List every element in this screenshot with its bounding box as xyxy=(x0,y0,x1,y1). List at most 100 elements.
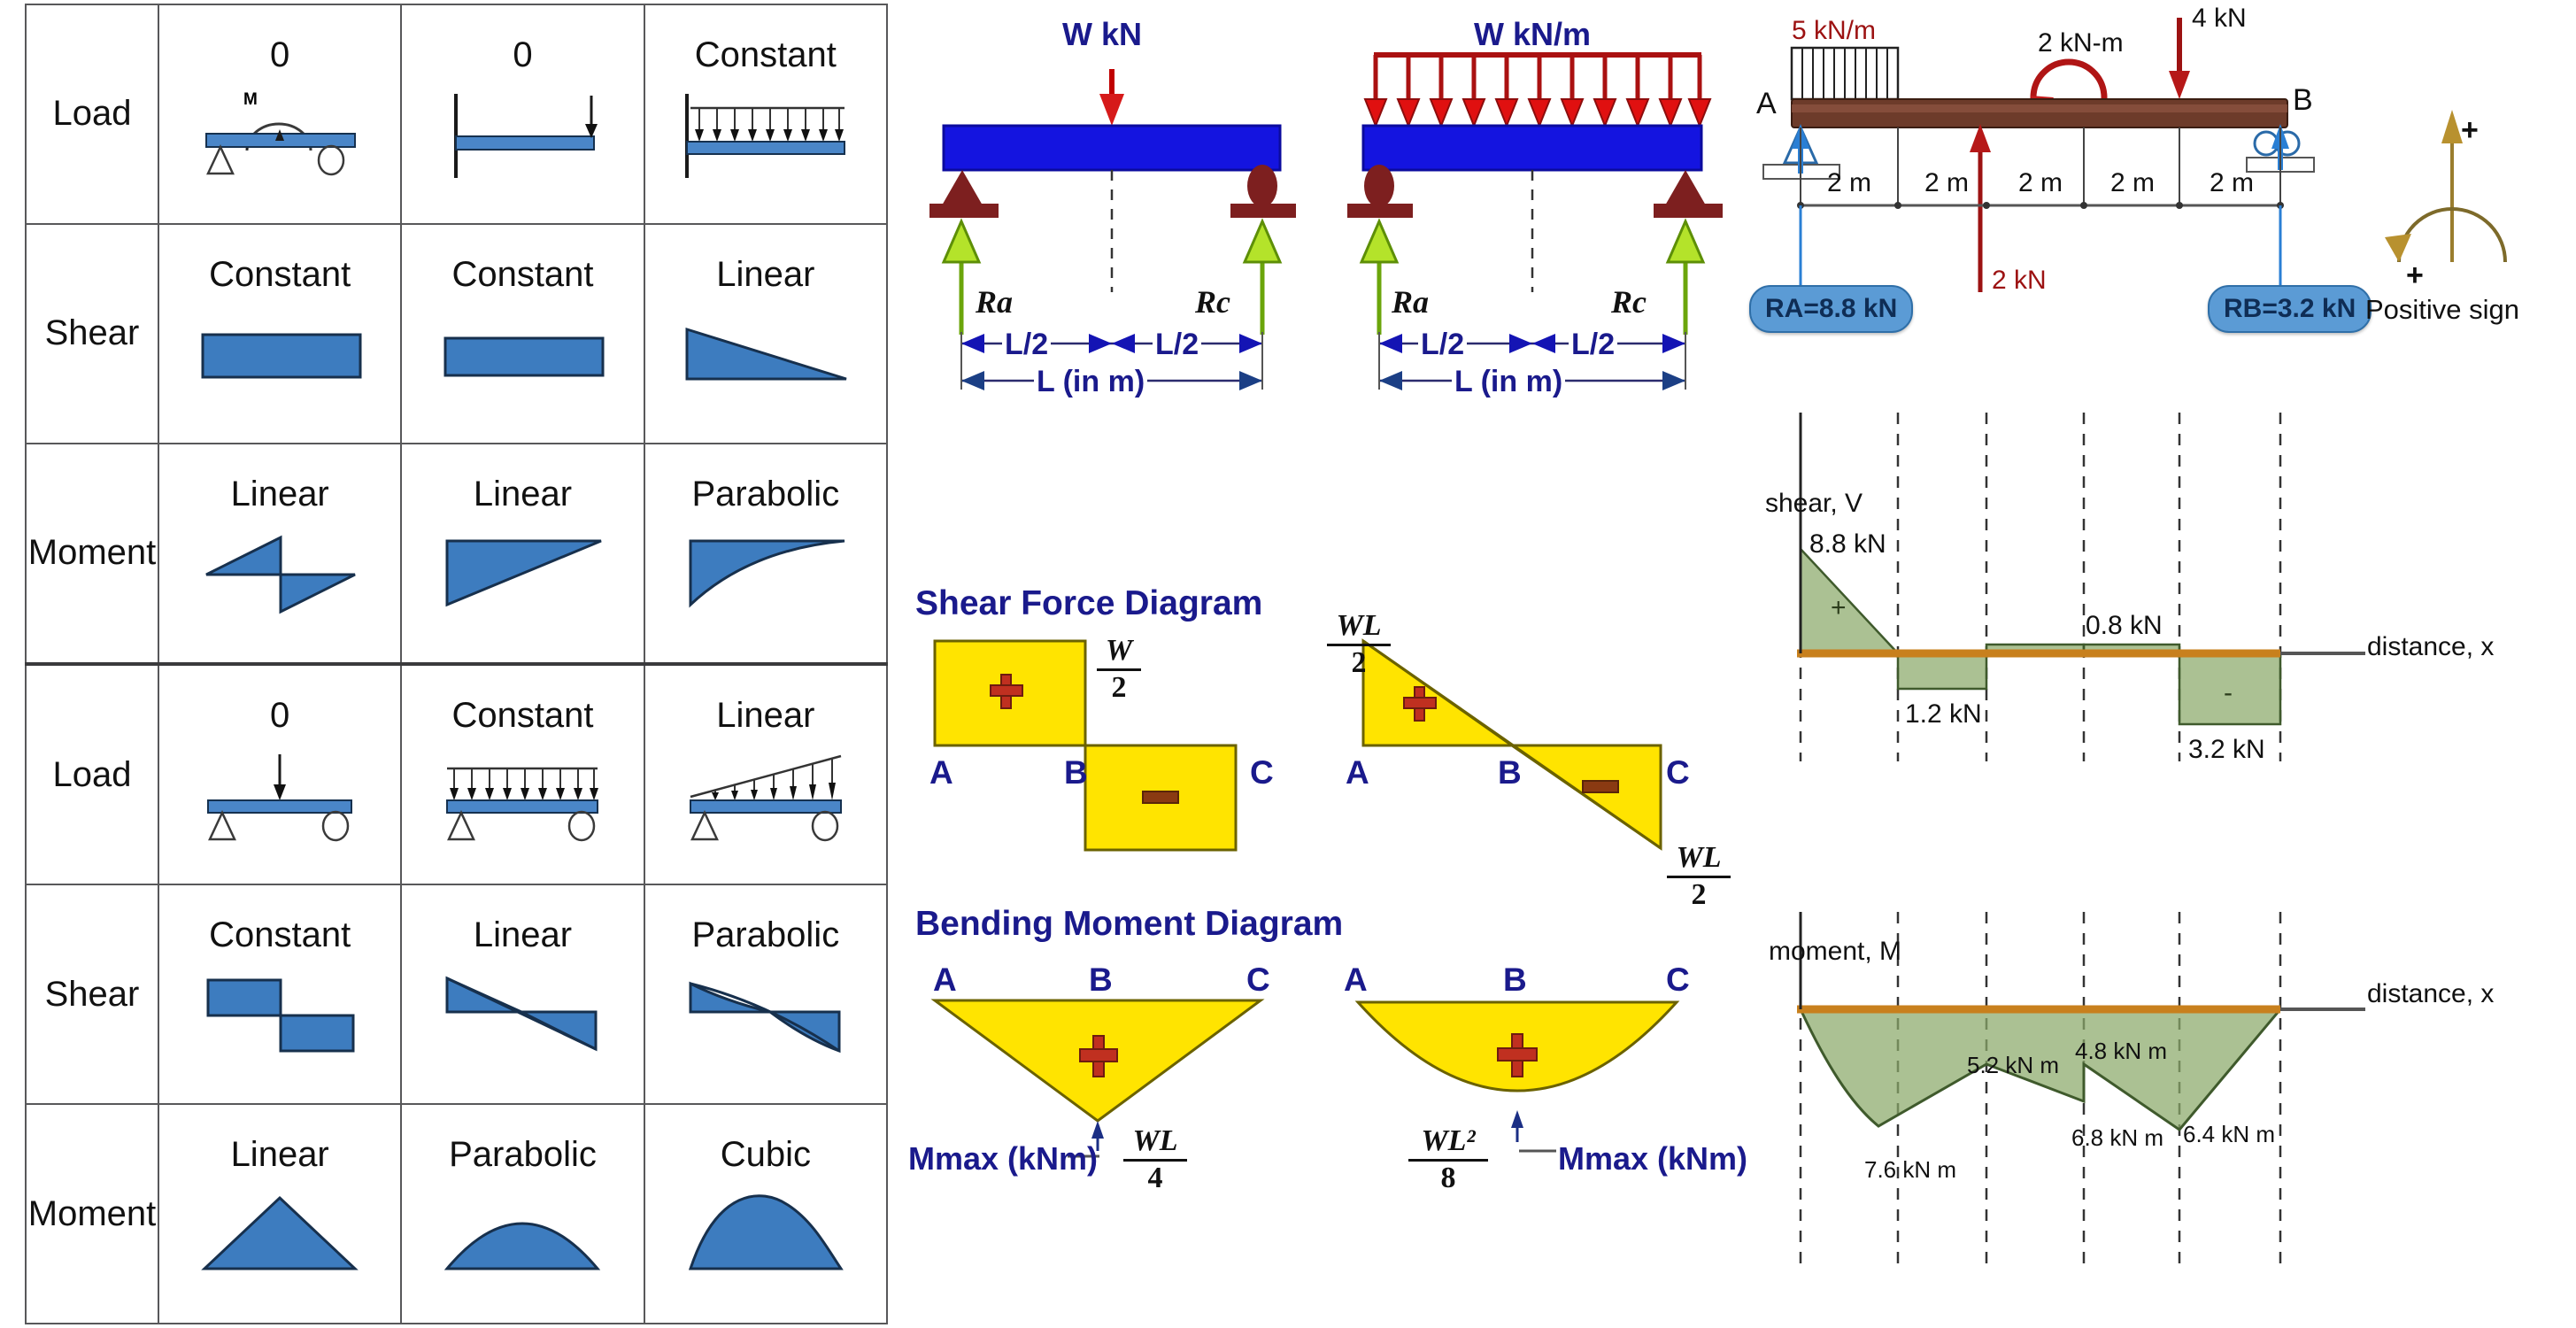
cell-shear-2-1: Constant xyxy=(157,884,403,1106)
moment-cubic-figure xyxy=(645,1177,886,1291)
moment-step-linear-figure xyxy=(159,517,400,630)
cell-shear-2-3: Parabolic xyxy=(643,884,889,1106)
table-row: Load 0 M 0 Constant xyxy=(25,4,889,225)
sfd-title: Shear Force Diagram xyxy=(915,584,1263,622)
cell-header: Parabolic xyxy=(449,1135,597,1175)
bmd2-mmax-numerator: WL² xyxy=(1421,1124,1476,1157)
shear-step-constant-figure xyxy=(159,958,400,1071)
cell-load-2-2: Constant xyxy=(400,661,645,886)
moment-parabolic-figure xyxy=(645,517,886,630)
shear-diagram-svg: + - xyxy=(1797,413,2365,761)
cell-shear-2-2: Linear xyxy=(400,884,645,1106)
dimension-segment-5: 2 m xyxy=(2210,168,2255,197)
relationship-table: Load 0 M 0 Constant Shear Constant Const… xyxy=(25,4,889,1324)
shear-value-1-2: 1.2 kN xyxy=(1905,699,1982,729)
case2-dim-total: L (in m) xyxy=(1452,365,1566,399)
sfd1-peak-denominator: 2 xyxy=(1111,670,1127,704)
table-row: Moment Linear Parabolic Cubic xyxy=(25,1103,889,1324)
sfd1-point-b: B xyxy=(1064,754,1088,791)
reaction-rb-badge: RB=3.2 kN xyxy=(2208,285,2372,333)
simple-beam-point-load-figure xyxy=(159,738,400,852)
case2-beam-svg xyxy=(1347,52,1723,390)
shear-axis-y-label: shear, V xyxy=(1765,489,1863,518)
cell-header: Parabolic xyxy=(691,915,840,955)
bmd2-point-b: B xyxy=(1503,961,1527,998)
cell-load-1-1: 0 M xyxy=(157,4,403,225)
cell-moment-2-2: Parabolic xyxy=(400,1103,645,1324)
bmd1-mmax-numerator: WL xyxy=(1132,1124,1178,1157)
positive-moment-plus-sign: + xyxy=(2406,259,2424,292)
bmd1-mmax-denominator: 4 xyxy=(1147,1161,1163,1194)
cell-header: 0 xyxy=(270,35,290,74)
case1-dim-total: L (in m) xyxy=(1034,365,1148,399)
moment-parabola-figure xyxy=(402,1177,643,1291)
cell-header: Cubic xyxy=(720,1135,811,1175)
sfd2-low-fraction: WL 2 xyxy=(1666,842,1731,911)
shear-value-0-8: 0.8 kN xyxy=(2086,611,2163,640)
table-row: Load 0 Constant Linear xyxy=(25,661,889,886)
bmd-title: Bending Moment Diagram xyxy=(915,905,1344,943)
sfd1-point-c: C xyxy=(1250,754,1274,791)
moment-value-4-8: 4.8 kN m xyxy=(2075,1038,2168,1064)
beam-with-couple-figure: M xyxy=(159,78,400,191)
table-row: Shear Constant Linear Parabolic xyxy=(25,884,889,1106)
cell-moment-1-2: Linear xyxy=(400,442,645,665)
bmd2-point-c: C xyxy=(1666,961,1690,998)
moment-diagram-svg xyxy=(1797,912,2365,1266)
bmd1-mmax-fraction: WL 4 xyxy=(1122,1124,1188,1194)
simple-beam-triangular-load-figure xyxy=(645,738,886,852)
bmd1-point-c: C xyxy=(1246,961,1270,998)
row-label-moment-2: Moment xyxy=(25,1103,159,1324)
udl-magnitude-label: 5 kN/m xyxy=(1792,16,1877,45)
cell-header: Linear xyxy=(230,474,329,513)
svg-text:-: - xyxy=(2224,678,2233,707)
dimension-segment-2: 2 m xyxy=(1924,168,1970,197)
sfd1-peak-numerator: W xyxy=(1105,634,1133,667)
sfd2-peak-denominator: 2 xyxy=(1351,645,1367,679)
case1-dim-half-left: L/2 xyxy=(1002,328,1052,362)
shear-constant-rect-figure-2 xyxy=(402,297,643,411)
moment-value-5-2: 5.2 kN m xyxy=(1967,1052,2060,1078)
row-label-shear-1: Shear xyxy=(25,222,159,444)
table-row: Shear Constant Constant Linear xyxy=(25,222,889,444)
bmd1-point-a: A xyxy=(933,961,957,998)
beam-point-a-label: A xyxy=(1756,87,1777,120)
cell-header: Constant xyxy=(451,254,594,294)
case1-dim-half-right: L/2 xyxy=(1153,328,1202,362)
shear-value-3-2: 3.2 kN xyxy=(2188,735,2265,764)
bmd2-mmax-fraction: WL² 8 xyxy=(1408,1124,1489,1193)
sfd2-point-b: B xyxy=(1498,754,1522,791)
bmd1-mmax-label: Mmax (kNm) xyxy=(908,1140,1099,1177)
point-load-2kn-label: 2 kN xyxy=(1992,266,2047,295)
sfd2-low-denominator: 2 xyxy=(1691,877,1707,911)
case1-beam-svg xyxy=(929,69,1296,390)
positive-force-plus-sign: + xyxy=(2461,113,2479,147)
sfd2-point-a: A xyxy=(1346,754,1369,791)
cell-load-1-3: Constant xyxy=(643,4,889,225)
cell-header: Linear xyxy=(716,254,815,294)
cell-moment-2-1: Linear xyxy=(157,1103,403,1324)
moment-value-6-8: 6.8 kN m xyxy=(2071,1124,2164,1151)
sfd1-point-a: A xyxy=(929,754,953,791)
cell-header: Constant xyxy=(694,35,837,74)
cell-load-2-3: Linear xyxy=(643,661,889,886)
moment-value-7-6: 7.6 kN m xyxy=(1864,1156,1957,1183)
bmd1-point-b: B xyxy=(1089,961,1113,998)
cell-moment-2-3: Cubic xyxy=(643,1103,889,1324)
moment-triangle-figure xyxy=(159,1177,400,1291)
table-row: Moment Linear Linear Parabolic xyxy=(25,442,889,665)
cell-header: Linear xyxy=(716,696,815,736)
shear-axis-x-label: distance, x xyxy=(2367,632,2495,661)
bmd2-point-a: A xyxy=(1344,961,1368,998)
cell-shear-1-1: Constant xyxy=(157,222,403,444)
positive-sign-convention-svg xyxy=(2385,110,2507,263)
cell-header: Constant xyxy=(451,696,594,736)
simple-beam-udl-figure xyxy=(402,738,643,852)
dimension-segment-4: 2 m xyxy=(2110,168,2156,197)
worked-example-panel: A B 5 kN/m 2 kN-m 4 kN 2 kN 2 m 2 m 2 m … xyxy=(1746,0,2576,1328)
point-load-4kn-label: 4 kN xyxy=(2192,4,2247,33)
sfd2-peak-fraction: WL 2 xyxy=(1326,610,1392,679)
beam-point-b-label: B xyxy=(2293,83,2313,117)
dimension-segment-1: 2 m xyxy=(1827,168,1872,197)
row-label-load-1: Load xyxy=(25,4,159,225)
